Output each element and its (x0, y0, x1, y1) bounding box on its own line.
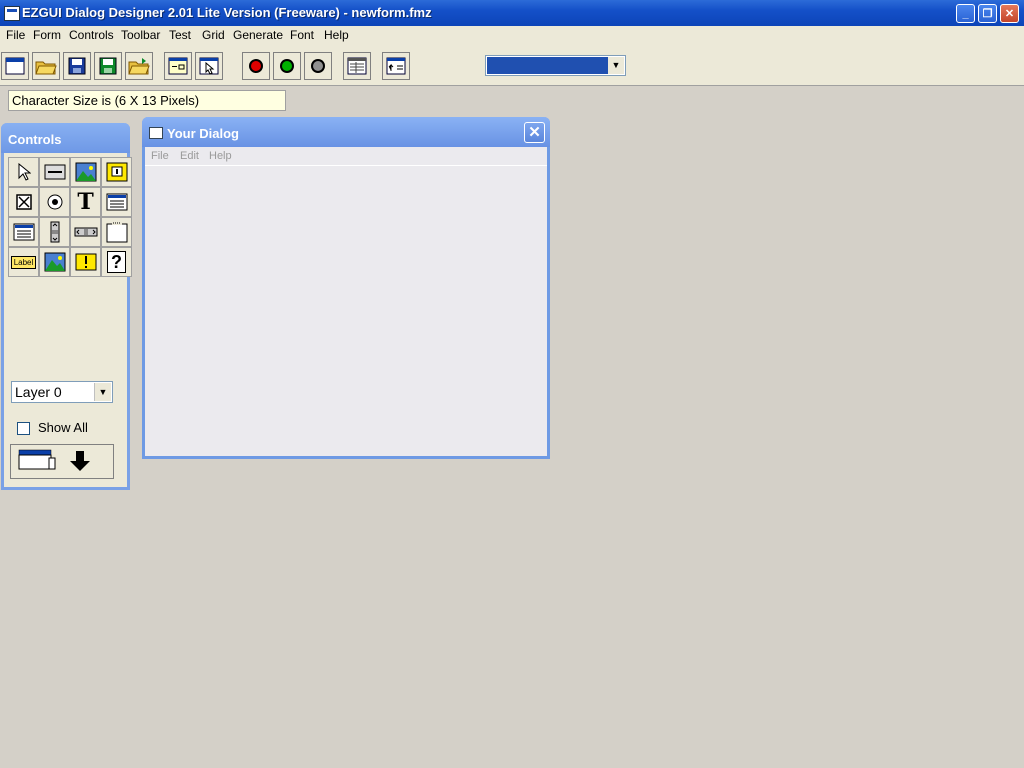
dialog-menu-bar: File Edit Help (145, 147, 547, 166)
window-title: EZGUI Dialog Designer 2.01 Lite Version … (22, 5, 432, 20)
controls-toolbox: T Label ? (8, 157, 132, 277)
panel-tool[interactable] (101, 217, 132, 247)
green-circle-icon (280, 59, 294, 73)
show-all-checkbox[interactable]: Show All (17, 420, 88, 436)
controls-panel-header: Controls (1, 123, 130, 153)
menu-font[interactable]: Font (290, 28, 314, 42)
dialog-menu-file[interactable]: File (151, 150, 169, 162)
checkbox-icon[interactable] (17, 422, 30, 436)
layer-down-icon (18, 449, 90, 471)
frame-control-icon (106, 162, 127, 182)
alert-control-icon (75, 253, 96, 271)
vscroll-tool[interactable] (39, 217, 70, 247)
help-control-icon: ? (107, 251, 126, 273)
form-properties-icon (168, 57, 188, 75)
char-size-status: Character Size is (6 X 13 Pixels) (8, 90, 286, 111)
image-control-icon (44, 252, 65, 272)
select-tool-button[interactable] (195, 52, 223, 80)
layer-select[interactable]: Layer 0 ▼ (11, 381, 113, 403)
select-tool-icon (199, 57, 219, 75)
controls-panel-title: Controls (8, 132, 62, 147)
show-all-label: Show All (38, 420, 88, 435)
help-tool[interactable]: ? (101, 247, 132, 277)
open-button[interactable] (32, 52, 60, 80)
import-icon (386, 57, 406, 75)
pointer-icon (18, 163, 31, 181)
picture-tool[interactable] (70, 157, 101, 187)
combobox-control-icon (13, 223, 34, 241)
radio-tool[interactable] (39, 187, 70, 217)
grid-window-icon (347, 57, 367, 75)
import-button[interactable] (382, 52, 410, 80)
menu-form[interactable]: Form (33, 28, 61, 42)
button-control-icon (44, 164, 65, 180)
window-icon (149, 127, 163, 139)
chevron-down-icon[interactable]: ▼ (94, 383, 111, 401)
combobox-tool[interactable] (8, 217, 39, 247)
red-circle-icon (249, 59, 263, 73)
open-folder-button[interactable] (125, 52, 153, 80)
checkbox-control-icon (15, 194, 32, 210)
dialog-close-button[interactable]: ✕ (524, 122, 545, 143)
menu-bar: File Form Controls Toolbar Test Grid Gen… (0, 26, 1024, 45)
hscroll-control-icon (74, 227, 97, 237)
save-button[interactable] (63, 52, 91, 80)
dialog-title: Your Dialog (167, 126, 239, 141)
picture-control-icon (75, 162, 96, 182)
alert-tool[interactable] (70, 247, 101, 277)
panel-control-icon (106, 222, 127, 243)
layer-select-value: Layer 0 (15, 384, 62, 400)
menu-grid[interactable]: Grid (202, 28, 225, 42)
menu-test[interactable]: Test (169, 28, 191, 42)
red-record-button[interactable] (242, 52, 270, 80)
listbox-control-icon (106, 193, 127, 211)
vscroll-control-icon (50, 221, 59, 243)
save-as-button[interactable] (94, 52, 122, 80)
dialog-title-bar[interactable]: Your Dialog ✕ (142, 117, 550, 147)
title-bar: EZGUI Dialog Designer 2.01 Lite Version … (0, 0, 1024, 26)
grid-window-button[interactable] (343, 52, 371, 80)
image-tool[interactable] (39, 247, 70, 277)
menu-generate[interactable]: Generate (233, 28, 283, 42)
dialog-menu-help[interactable]: Help (209, 150, 232, 162)
menu-toolbar[interactable]: Toolbar (121, 28, 160, 42)
menu-help[interactable]: Help (324, 28, 349, 42)
controls-panel: Controls T Label ? Layer 0 ▼ Show All (1, 123, 132, 490)
gray-stop-button[interactable] (304, 52, 332, 80)
pointer-tool[interactable] (8, 157, 39, 187)
button-tool[interactable] (39, 157, 70, 187)
text-control-icon: T (77, 189, 94, 215)
minimize-button[interactable]: _ (956, 4, 975, 23)
hscroll-tool[interactable] (70, 217, 101, 247)
open-folder-icon (128, 58, 150, 75)
menu-file[interactable]: File (6, 28, 25, 42)
menu-controls[interactable]: Controls (69, 28, 114, 42)
label-tool[interactable]: Label (8, 247, 39, 277)
dialog-preview[interactable]: Your Dialog ✕ File Edit Help (142, 117, 550, 459)
color-combo[interactable]: ▼ (485, 55, 626, 76)
green-run-button[interactable] (273, 52, 301, 80)
app-icon (4, 6, 20, 21)
save-icon (68, 57, 86, 75)
gray-circle-icon (311, 59, 325, 73)
text-tool[interactable]: T (70, 187, 101, 217)
radio-control-icon (47, 194, 62, 210)
frame-tool[interactable] (101, 157, 132, 187)
form-properties-button[interactable] (164, 52, 192, 80)
color-swatch (487, 57, 609, 74)
toolbar: ▼ (0, 45, 1024, 86)
listbox-tool[interactable] (101, 187, 132, 217)
open-icon (35, 61, 57, 75)
dialog-menu-edit[interactable]: Edit (180, 150, 199, 162)
checkbox-tool[interactable] (8, 187, 39, 217)
chevron-down-icon[interactable]: ▼ (608, 57, 624, 74)
close-button[interactable]: ✕ (1000, 4, 1019, 23)
save-as-icon (99, 57, 117, 75)
label-control-icon: Label (10, 255, 37, 269)
move-layer-button[interactable] (10, 444, 114, 479)
new-form-icon (5, 57, 25, 75)
new-form-button[interactable] (1, 52, 29, 80)
restore-button[interactable]: ❐ (978, 4, 997, 23)
